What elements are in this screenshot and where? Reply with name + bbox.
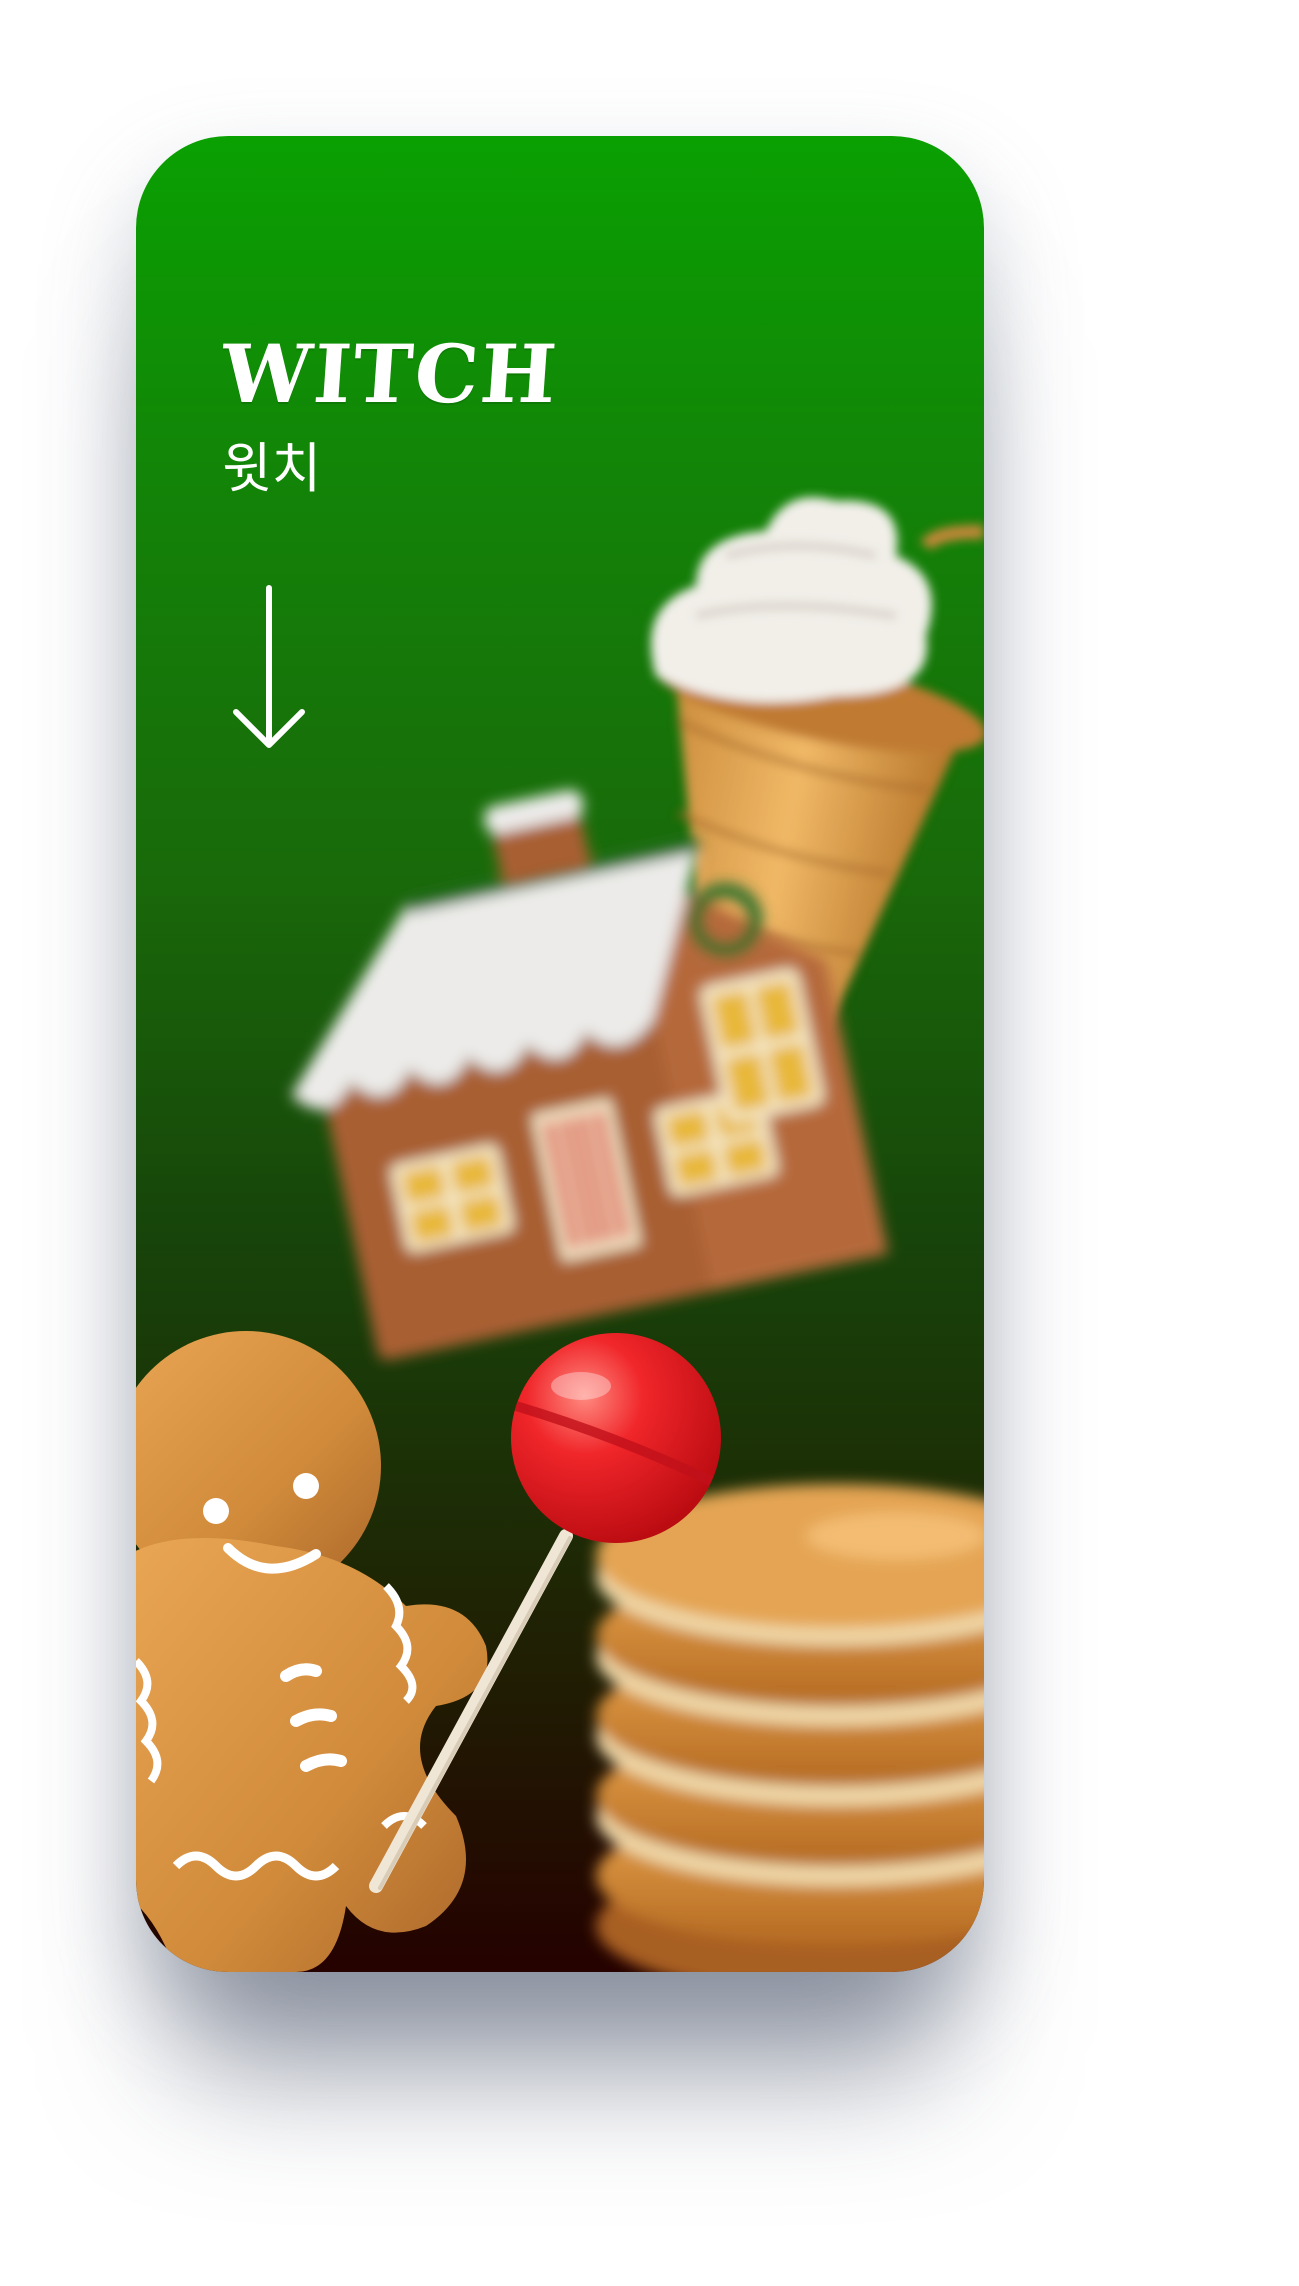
brand-subtitle: 윗치 bbox=[222, 437, 322, 500]
brand-title: WITCH bbox=[218, 327, 562, 421]
arrow-down-icon bbox=[233, 585, 305, 748]
pancake-stack-illustration bbox=[596, 1484, 984, 1972]
scroll-down-button[interactable] bbox=[232, 584, 306, 750]
phone-screen: WITCH 윗치 bbox=[136, 136, 984, 1972]
gingerbread-man-illustration bbox=[136, 1331, 488, 1972]
